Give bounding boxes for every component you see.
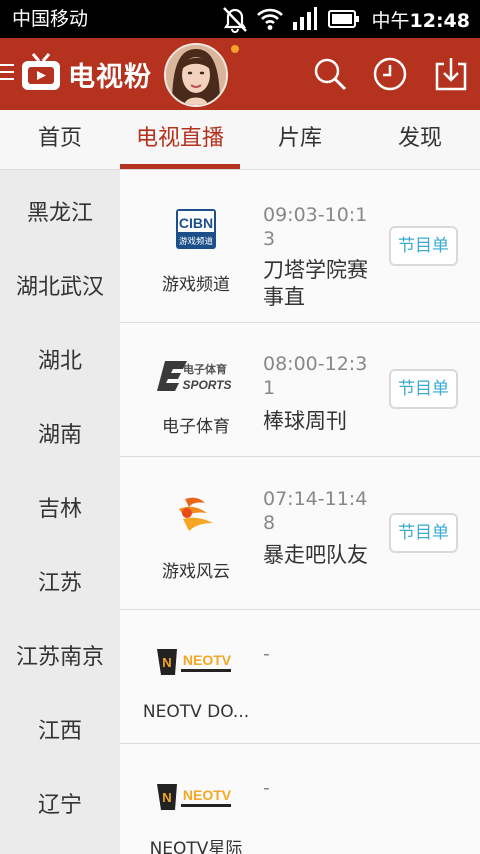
gamefy-logo xyxy=(140,495,252,535)
channel-list: CIBN 游戏频道 游戏频道 09:03-10:13 刀塔学院赛事直 节目单 电… xyxy=(120,170,480,854)
cibn-logo: CIBN 游戏频道 xyxy=(140,208,252,250)
status-bar: 中国移动 中午12:48 xyxy=(0,0,480,38)
program-time: - xyxy=(263,777,270,799)
status-icons: 中午12:48 xyxy=(222,4,471,34)
region-item[interactable]: 江西 xyxy=(0,712,120,752)
mute-icon xyxy=(222,5,248,33)
menu-icon[interactable] xyxy=(0,64,16,84)
program-title: 刀塔学院赛事直 xyxy=(263,258,368,309)
program-title: 棒球周刊 xyxy=(263,409,347,433)
svg-text:CIBN: CIBN xyxy=(179,215,213,231)
signal-icon xyxy=(292,7,318,31)
region-item[interactable]: 湖北武汉 xyxy=(0,268,120,308)
clock: 中午12:48 xyxy=(371,9,471,32)
notification-dot xyxy=(229,43,241,55)
svg-text:N: N xyxy=(162,790,171,805)
schedule-button[interactable]: 节目单 xyxy=(389,513,458,553)
region-item[interactable]: 湖南 xyxy=(0,416,120,456)
channel-row[interactable]: 游戏风云 07:14-11:48 暴走吧队友 节目单 xyxy=(120,457,480,610)
program-time: 07:14-11:48 xyxy=(263,488,368,534)
region-item[interactable]: 江苏南京 xyxy=(0,638,120,678)
battery-icon xyxy=(327,9,360,29)
region-item[interactable]: 湖北 xyxy=(0,342,120,382)
channel-name: 游戏风云 xyxy=(162,562,230,582)
neotv-logo: N NEOTV xyxy=(140,780,252,814)
region-item[interactable]: 江苏 xyxy=(0,564,120,604)
channel-name: 电子体育 xyxy=(162,417,230,437)
wifi-icon xyxy=(256,7,284,31)
svg-text:NEOTV: NEOTV xyxy=(183,787,232,803)
search-icon[interactable] xyxy=(312,56,348,92)
download-icon[interactable] xyxy=(433,56,469,92)
svg-text:SPORTS: SPORTS xyxy=(182,378,231,392)
region-item[interactable]: 黑龙江 xyxy=(0,194,120,234)
program-time: 09:03-10:13 xyxy=(263,204,368,250)
avatar[interactable] xyxy=(164,43,228,107)
history-icon[interactable] xyxy=(372,56,408,92)
program-time: - xyxy=(263,643,270,665)
carrier-label: 中国移动 xyxy=(12,8,89,30)
app-title: 电视粉 xyxy=(68,61,152,93)
schedule-button[interactable]: 节目单 xyxy=(389,369,458,409)
tab-library[interactable]: 片库 xyxy=(240,110,360,170)
tab-bar: 首页 电视直播 片库 发现 xyxy=(0,110,480,170)
tv-icon xyxy=(20,52,62,96)
region-list: 黑龙江 湖北武汉 湖北 湖南 吉林 江苏 江苏南京 江西 辽宁 xyxy=(0,170,120,854)
channel-row[interactable]: 电子体育 SPORTS 电子体育 08:00-12:31 棒球周刊 节目单 xyxy=(120,323,480,457)
channel-name: NEOTV星际 xyxy=(149,839,243,854)
channel-row[interactable]: CIBN 游戏频道 游戏频道 09:03-10:13 刀塔学院赛事直 节目单 xyxy=(120,170,480,323)
channel-row[interactable]: N NEOTV NEOTV星际 - xyxy=(120,744,480,854)
tab-home[interactable]: 首页 xyxy=(0,110,120,170)
region-item[interactable]: 吉林 xyxy=(0,490,120,530)
svg-text:游戏频道: 游戏频道 xyxy=(179,236,214,247)
svg-text:N: N xyxy=(162,655,171,670)
svg-text:电子体育: 电子体育 xyxy=(183,362,227,376)
program-title: 暴走吧队友 xyxy=(263,543,368,567)
channel-name: 游戏频道 xyxy=(162,275,230,295)
region-item[interactable]: 辽宁 xyxy=(0,786,120,826)
app-header: 电视粉 xyxy=(0,38,480,110)
app-logo: 电视粉 xyxy=(20,52,152,96)
tab-live-tv[interactable]: 电视直播 xyxy=(120,110,240,170)
esports-logo: 电子体育 SPORTS xyxy=(140,359,252,393)
program-time: 08:00-12:31 xyxy=(263,353,368,399)
active-tab-indicator xyxy=(120,164,240,169)
tab-discover[interactable]: 发现 xyxy=(360,110,480,170)
channel-row[interactable]: N NEOTV NEOTV DO... - xyxy=(120,610,480,744)
neotv-logo: N NEOTV xyxy=(140,645,252,679)
schedule-button[interactable]: 节目单 xyxy=(389,226,458,266)
channel-name: NEOTV DO... xyxy=(142,702,250,722)
svg-text:NEOTV: NEOTV xyxy=(183,652,232,668)
